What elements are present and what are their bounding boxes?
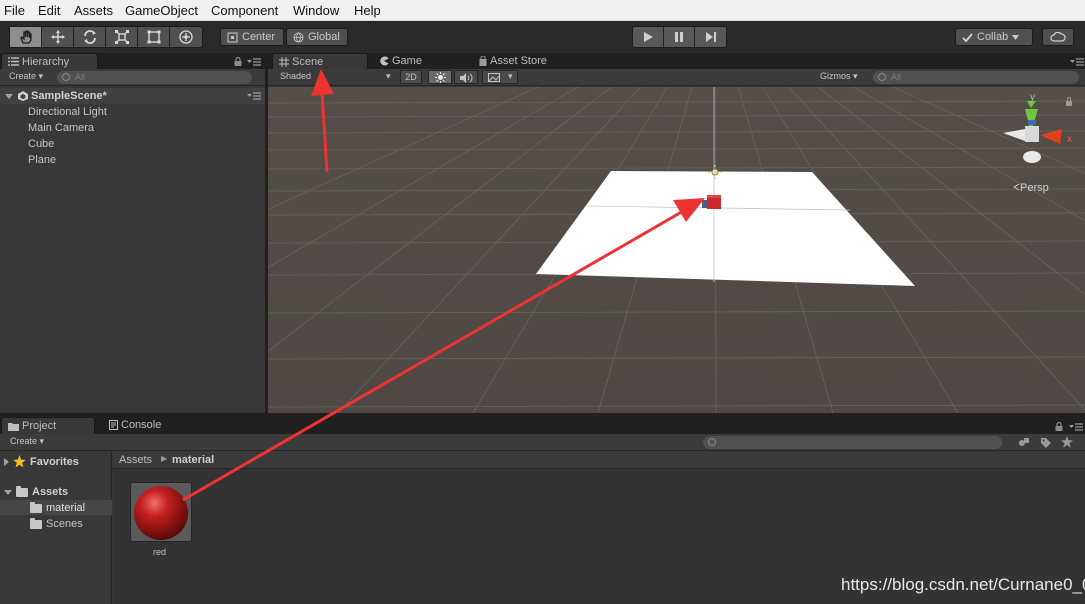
- annotation-overlay: [182, 69, 705, 502]
- annotation-arrow: [311, 69, 334, 173]
- annotation-arrow: [182, 198, 705, 502]
- watermark: https://blog.csdn.net/Curnane0_0: [841, 575, 1085, 594]
